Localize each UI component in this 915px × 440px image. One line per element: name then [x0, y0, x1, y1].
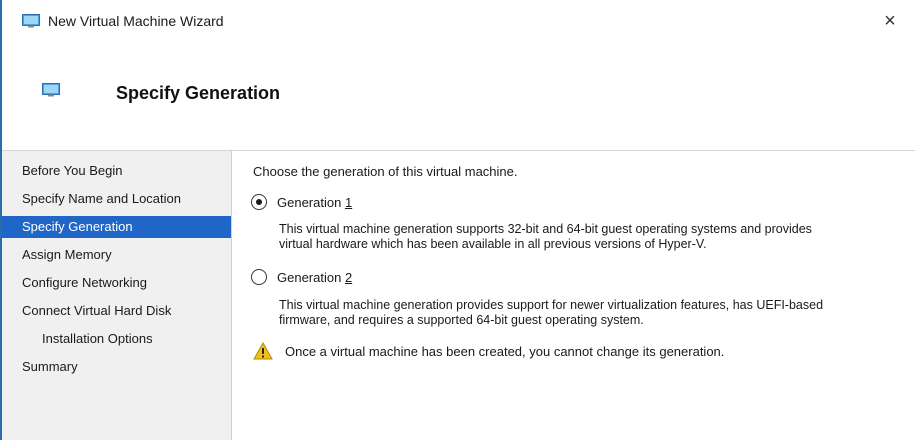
- generation-2-radio[interactable]: [251, 269, 267, 285]
- generation-1-desc-line-2: virtual hardware which has been availabl…: [279, 237, 707, 251]
- generation-2-desc-line-2: firmware, and requires a supported 64-bi…: [279, 313, 644, 327]
- nav-item-installation-options[interactable]: Installation Options: [2, 328, 231, 350]
- generation-1-label[interactable]: Generation 1: [277, 195, 352, 210]
- nav-item-summary[interactable]: Summary: [2, 356, 231, 378]
- page-title: Specify Generation: [116, 83, 281, 103]
- generation-2-description: This virtual machine generation provides…: [279, 298, 899, 328]
- warning-text: Once a virtual machine has been created,…: [285, 343, 725, 359]
- generation-1-description: This virtual machine generation supports…: [279, 222, 899, 252]
- nav-item-specify-name-and-location[interactable]: Specify Name and Location: [2, 188, 231, 210]
- generation-2-desc-line-1: This virtual machine generation provides…: [279, 298, 824, 312]
- vm-monitor-icon: [22, 14, 40, 28]
- nav-item-specify-generation[interactable]: Specify Generation: [2, 216, 231, 238]
- vm-monitor-icon: [42, 83, 60, 97]
- generation-1-desc-line-1: This virtual machine generation supports…: [279, 222, 812, 236]
- warning-triangle-icon: [253, 342, 273, 360]
- wizard-content: Choose the generation of this virtual ma…: [233, 151, 915, 440]
- generation-warning: Once a virtual machine has been created,…: [253, 342, 724, 360]
- wizard-header: Specify Generation: [2, 40, 915, 150]
- generation-1-option[interactable]: Generation 1: [251, 192, 352, 212]
- generation-2-label[interactable]: Generation 2: [277, 270, 352, 285]
- nav-item-connect-virtual-hard-disk[interactable]: Connect Virtual Hard Disk: [2, 300, 231, 322]
- nav-item-assign-memory[interactable]: Assign Memory: [2, 244, 231, 266]
- close-button[interactable]: ×: [875, 6, 905, 36]
- window-title: New Virtual Machine Wizard: [48, 13, 224, 29]
- wizard-window: New Virtual Machine Wizard × Specify Gen…: [0, 0, 915, 440]
- nav-item-configure-networking[interactable]: Configure Networking: [2, 272, 231, 294]
- intro-text: Choose the generation of this virtual ma…: [253, 164, 518, 179]
- generation-1-radio[interactable]: [251, 194, 267, 210]
- generation-2-option[interactable]: Generation 2: [251, 267, 352, 287]
- nav-item-before-you-begin[interactable]: Before You Begin: [2, 160, 231, 182]
- title-bar: New Virtual Machine Wizard ×: [2, 0, 915, 40]
- wizard-steps-nav: Before You Begin Specify Name and Locati…: [2, 151, 232, 440]
